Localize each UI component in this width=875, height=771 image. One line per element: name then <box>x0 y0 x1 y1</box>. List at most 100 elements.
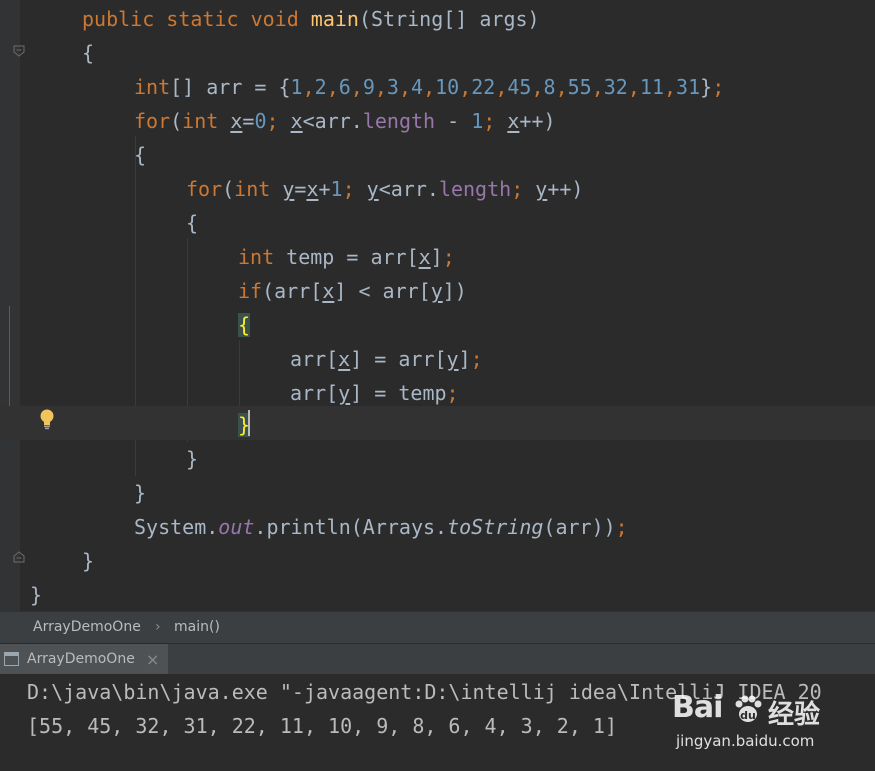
close-icon[interactable]: × <box>146 650 159 669</box>
code-token: { <box>238 313 251 337</box>
code-token: 1 <box>330 177 343 201</box>
code-token: 10 <box>435 75 460 99</box>
run-tool-window-tabs: ArrayDemoOne × <box>0 643 875 675</box>
code-line: System.out.println(Arrays.toString(arr))… <box>0 510 875 544</box>
code-token: 1 <box>471 109 484 133</box>
watermark-brand: Bai <box>672 690 723 725</box>
code-token: , <box>374 75 387 99</box>
code-line: { <box>0 206 875 240</box>
code-token: (arr[ <box>262 279 323 303</box>
code-token: y <box>446 347 459 371</box>
run-tab-arraydemoone[interactable]: ArrayDemoOne × <box>0 644 168 675</box>
code-token: int <box>238 245 287 269</box>
code-token: ( <box>170 109 183 133</box>
code-token: y <box>338 381 351 405</box>
svg-text:du: du <box>740 709 756 722</box>
line-content: { <box>186 206 198 240</box>
line-content: } <box>30 578 42 611</box>
code-token: 3 <box>386 75 399 99</box>
code-token: x <box>338 347 351 371</box>
line-content: int temp = arr[x]; <box>238 240 455 274</box>
code-token: y <box>366 177 379 201</box>
code-token: { <box>134 143 147 167</box>
code-token: } <box>700 75 713 99</box>
code-token: length <box>362 109 436 133</box>
code-token: } <box>30 583 43 607</box>
code-token: int <box>234 177 283 201</box>
code-token: ++) <box>519 109 556 133</box>
code-token: } <box>186 447 199 471</box>
line-content: arr[x] = arr[y]; <box>290 342 483 376</box>
run-tab-label: ArrayDemoOne <box>27 651 135 667</box>
code-line: if(arr[x] < arr[y]) <box>0 274 875 308</box>
breadcrumb-class[interactable]: ArrayDemoOne <box>33 619 141 635</box>
baidu-jingyan-watermark: Bai du 经验 jingyan.baidu.com <box>672 690 862 760</box>
code-token: x <box>322 279 335 303</box>
code-token: y <box>282 177 295 201</box>
code-token: { <box>186 211 199 235</box>
code-token: ] <box>430 245 443 269</box>
code-line: int[] arr = {1,2,6,9,3,4,10,22,45,8,55,3… <box>0 70 875 104</box>
code-token: .println(Arrays. <box>254 515 448 539</box>
code-token: x <box>306 177 319 201</box>
code-token: x <box>290 109 303 133</box>
code-token: ( <box>222 177 235 201</box>
code-token: 11 <box>639 75 664 99</box>
code-token: x <box>418 245 431 269</box>
code-token: 1 <box>290 75 303 99</box>
code-token: out <box>218 515 255 539</box>
code-token: , <box>350 75 363 99</box>
code-token: , <box>627 75 640 99</box>
line-content: for(int x=0; x<arr.length - 1; x++) <box>134 104 556 138</box>
code-token: int <box>182 109 231 133</box>
line-content: } <box>82 544 94 578</box>
code-token: 0 <box>254 109 267 133</box>
lightbulb-icon[interactable] <box>38 408 56 430</box>
code-token: main <box>310 7 359 31</box>
code-token: 45 <box>507 75 532 99</box>
code-token: 4 <box>411 75 424 99</box>
code-token: ; <box>511 177 536 201</box>
line-content: for(int y=x+1; y<arr.length; y++) <box>186 172 583 206</box>
code-token: ; <box>442 245 455 269</box>
code-token: for <box>134 109 171 133</box>
breadcrumb: ArrayDemoOne › main() <box>0 611 875 644</box>
code-token: , <box>495 75 508 99</box>
code-token: <arr. <box>378 177 439 201</box>
code-line: public static void main(String[] args) <box>0 2 875 36</box>
code-token: int <box>134 75 171 99</box>
code-line: } <box>0 578 875 611</box>
line-content: arr[y] = temp; <box>290 376 459 410</box>
code-token: } <box>134 481 147 505</box>
code-token: , <box>398 75 412 99</box>
code-token: 31 <box>676 75 701 99</box>
breadcrumb-separator: › <box>155 619 161 635</box>
text-caret <box>248 410 250 436</box>
code-token: (String[] args) <box>358 7 540 31</box>
code-token: (arr)) <box>543 515 616 539</box>
code-token: { <box>82 41 95 65</box>
line-content: { <box>134 138 146 172</box>
line-content: { <box>82 36 94 70</box>
code-token: y <box>535 177 548 201</box>
breadcrumb-method[interactable]: main() <box>174 619 220 635</box>
code-token: arr[ <box>290 381 339 405</box>
code-token: } <box>82 549 95 573</box>
code-editor[interactable]: public static void main(String[] args) {… <box>0 0 875 611</box>
code-line: { <box>0 36 875 70</box>
code-line: for(int x=0; x<arr.length - 1; x++) <box>0 104 875 138</box>
code-token: System. <box>134 515 219 539</box>
code-token: , <box>555 75 568 99</box>
code-line: { <box>0 308 875 342</box>
watermark-brand-cn: 经验 <box>768 700 821 730</box>
code-token: - <box>435 109 472 133</box>
code-token: ] < arr[ <box>334 279 431 303</box>
paw-icon: du <box>735 695 762 722</box>
code-token: y <box>430 279 443 303</box>
code-token: ] <box>458 347 471 371</box>
code-token: public static void <box>82 7 311 31</box>
code-line: for(int y=x+1; y<arr.length; y++) <box>0 172 875 206</box>
line-content: System.out.println(Arrays.toString(arr))… <box>134 510 628 544</box>
code-token: + <box>318 177 331 201</box>
code-token: , <box>531 75 544 99</box>
